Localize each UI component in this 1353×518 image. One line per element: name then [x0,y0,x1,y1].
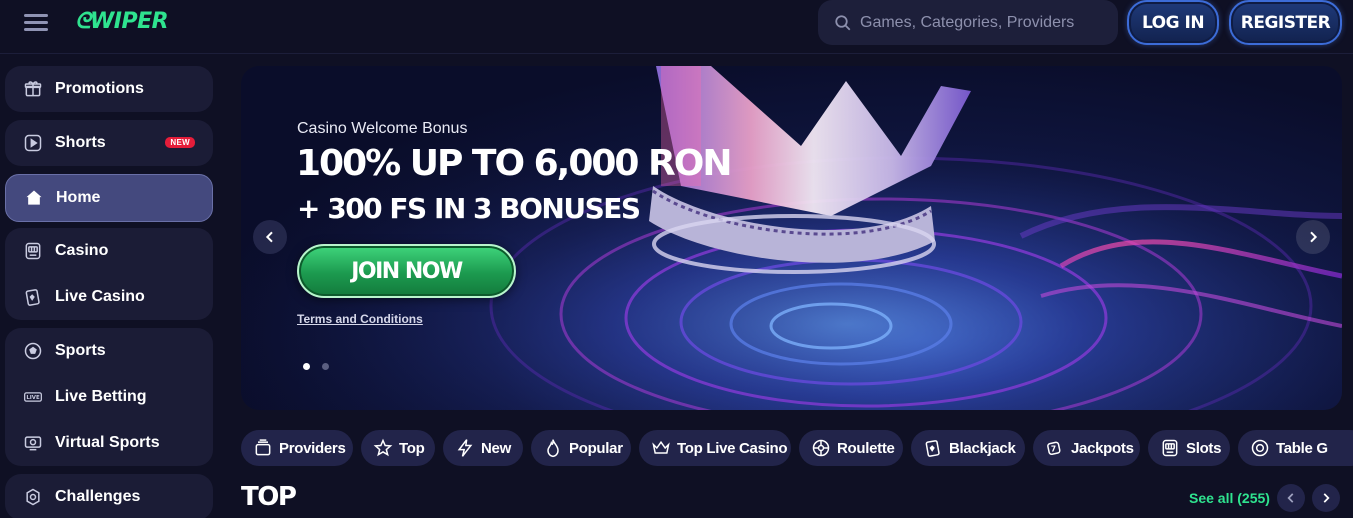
chip-new[interactable]: New [443,430,523,466]
promo-banner[interactable]: Casino Welcome Bonus 100% UP TO 6,000 RO… [241,66,1342,410]
soccer-ball-icon [23,341,43,361]
sidebar-item-label: Home [56,189,101,206]
sidebar-item-promotions[interactable]: Promotions [5,66,213,112]
chip-label: Providers [279,439,346,457]
dice-icon: 7 [1045,438,1065,458]
chip-providers[interactable]: Providers [241,430,353,466]
chip-label: Roulette [837,439,895,457]
section-title-top: TOP [241,482,297,512]
chevron-right-icon [1323,493,1330,503]
banner-subtitle: Casino Welcome Bonus [297,120,468,137]
sidebar-item-label: Live Casino [55,288,145,305]
sidebar-item-live-casino[interactable]: Live Casino [5,274,213,320]
sidebar-item-label: Casino [55,242,109,259]
see-all-link[interactable]: See all (255) [1189,490,1270,506]
monitor-icon [23,433,43,453]
chip-label: New [481,439,511,457]
hamburger-menu-icon[interactable] [24,13,50,33]
chip-jackpots[interactable]: 7 Jackpots [1033,430,1140,466]
terms-link[interactable]: Terms and Conditions [297,312,423,326]
layers-icon [253,438,273,458]
banner-headline: 100% UP TO 6,000 RON [296,143,732,184]
sidebar-item-label: Virtual Sports [55,434,160,451]
home-icon [24,188,44,208]
live-icon: LIVE [23,387,43,407]
section-prev-button[interactable] [1277,484,1305,512]
chip-top-live-casino[interactable]: Top Live Casino [639,430,791,466]
section-next-button[interactable] [1312,484,1340,512]
sidebar-item-home[interactable]: Home [6,175,212,221]
chevron-left-icon [265,231,273,243]
sidebar-group-challenges: Challenges [5,474,213,518]
sidebar-group-promotions: Promotions [5,66,213,112]
register-button[interactable]: REGISTER [1229,0,1342,45]
sidebar-item-shorts[interactable]: Shorts NEW [5,120,213,166]
carousel-dot-2[interactable] [322,363,329,370]
sidebar-group-casino: Casino Live Casino [5,228,213,320]
join-now-button[interactable]: JOIN NOW [297,244,516,298]
slot-machine-icon [23,241,43,261]
chip-label: Slots [1186,439,1222,457]
fire-icon [543,438,563,458]
crown-icon [651,438,671,458]
badge-icon [23,487,43,507]
sidebar-group-sports: Sports LIVE Live Betting Virtual Sports [5,328,213,466]
search-input[interactable] [860,13,1100,32]
sidebar-item-challenges[interactable]: Challenges [5,474,213,518]
roulette-icon [811,438,831,458]
sidebar-item-label: Sports [55,342,106,359]
chip-icon [1250,438,1270,458]
sidebar-group-shorts: Shorts NEW [5,120,213,166]
gift-icon [23,79,43,99]
top-header: ᘓWIPER LOG IN REGISTER [0,0,1353,54]
chip-label: Top Live Casino [677,439,788,457]
chip-label: Jackpots [1071,439,1134,457]
sidebar-item-casino[interactable]: Casino [5,228,213,274]
sidebar-group-home: Home [5,174,213,222]
banner-headline-secondary: + 300 FS IN 3 BONUSES [297,192,641,225]
sidebar-item-sports[interactable]: Sports [5,328,213,374]
carousel-dots [303,363,329,370]
chip-popular[interactable]: Popular [531,430,631,466]
sidebar-item-label: Live Betting [55,388,147,405]
cards-icon [23,287,43,307]
category-chips: Providers Top New Popular Top Live Casin… [241,430,1353,466]
chip-slots[interactable]: Slots [1148,430,1230,466]
sidebar-item-virtual-sports[interactable]: Virtual Sports [5,420,213,466]
chevron-right-icon [1310,231,1318,243]
sidebar-item-live-betting[interactable]: LIVE Live Betting [5,374,213,420]
banner-artwork [241,66,1342,410]
chevron-left-icon [1287,493,1294,503]
svg-text:LIVE: LIVE [26,395,40,401]
login-button[interactable]: LOG IN [1127,0,1219,45]
carousel-next-button[interactable] [1296,220,1330,254]
play-icon [23,133,43,153]
new-badge: NEW [165,137,195,148]
chip-label: Top [399,439,425,457]
sidebar-item-label: Promotions [55,80,144,97]
search-icon [835,14,851,30]
carousel-dot-1[interactable] [303,363,310,370]
sidebar-item-label: Challenges [55,488,141,505]
lightning-icon [455,438,475,458]
slot-machine-icon [1160,438,1180,458]
chip-roulette[interactable]: Roulette [799,430,903,466]
cards-icon [923,438,943,458]
search-bar[interactable] [818,0,1118,45]
chip-label: Table G [1276,439,1328,457]
sidebar-item-label: Shorts [55,134,106,151]
svg-text:7: 7 [1051,444,1056,453]
star-icon [373,438,393,458]
site-logo[interactable]: ᘓWIPER [75,9,169,34]
chip-top[interactable]: Top [361,430,435,466]
chip-label: Blackjack [949,439,1016,457]
chip-table-games[interactable]: Table G [1238,430,1353,466]
chip-blackjack[interactable]: Blackjack [911,430,1025,466]
carousel-prev-button[interactable] [253,220,287,254]
chip-label: Popular [569,439,623,457]
